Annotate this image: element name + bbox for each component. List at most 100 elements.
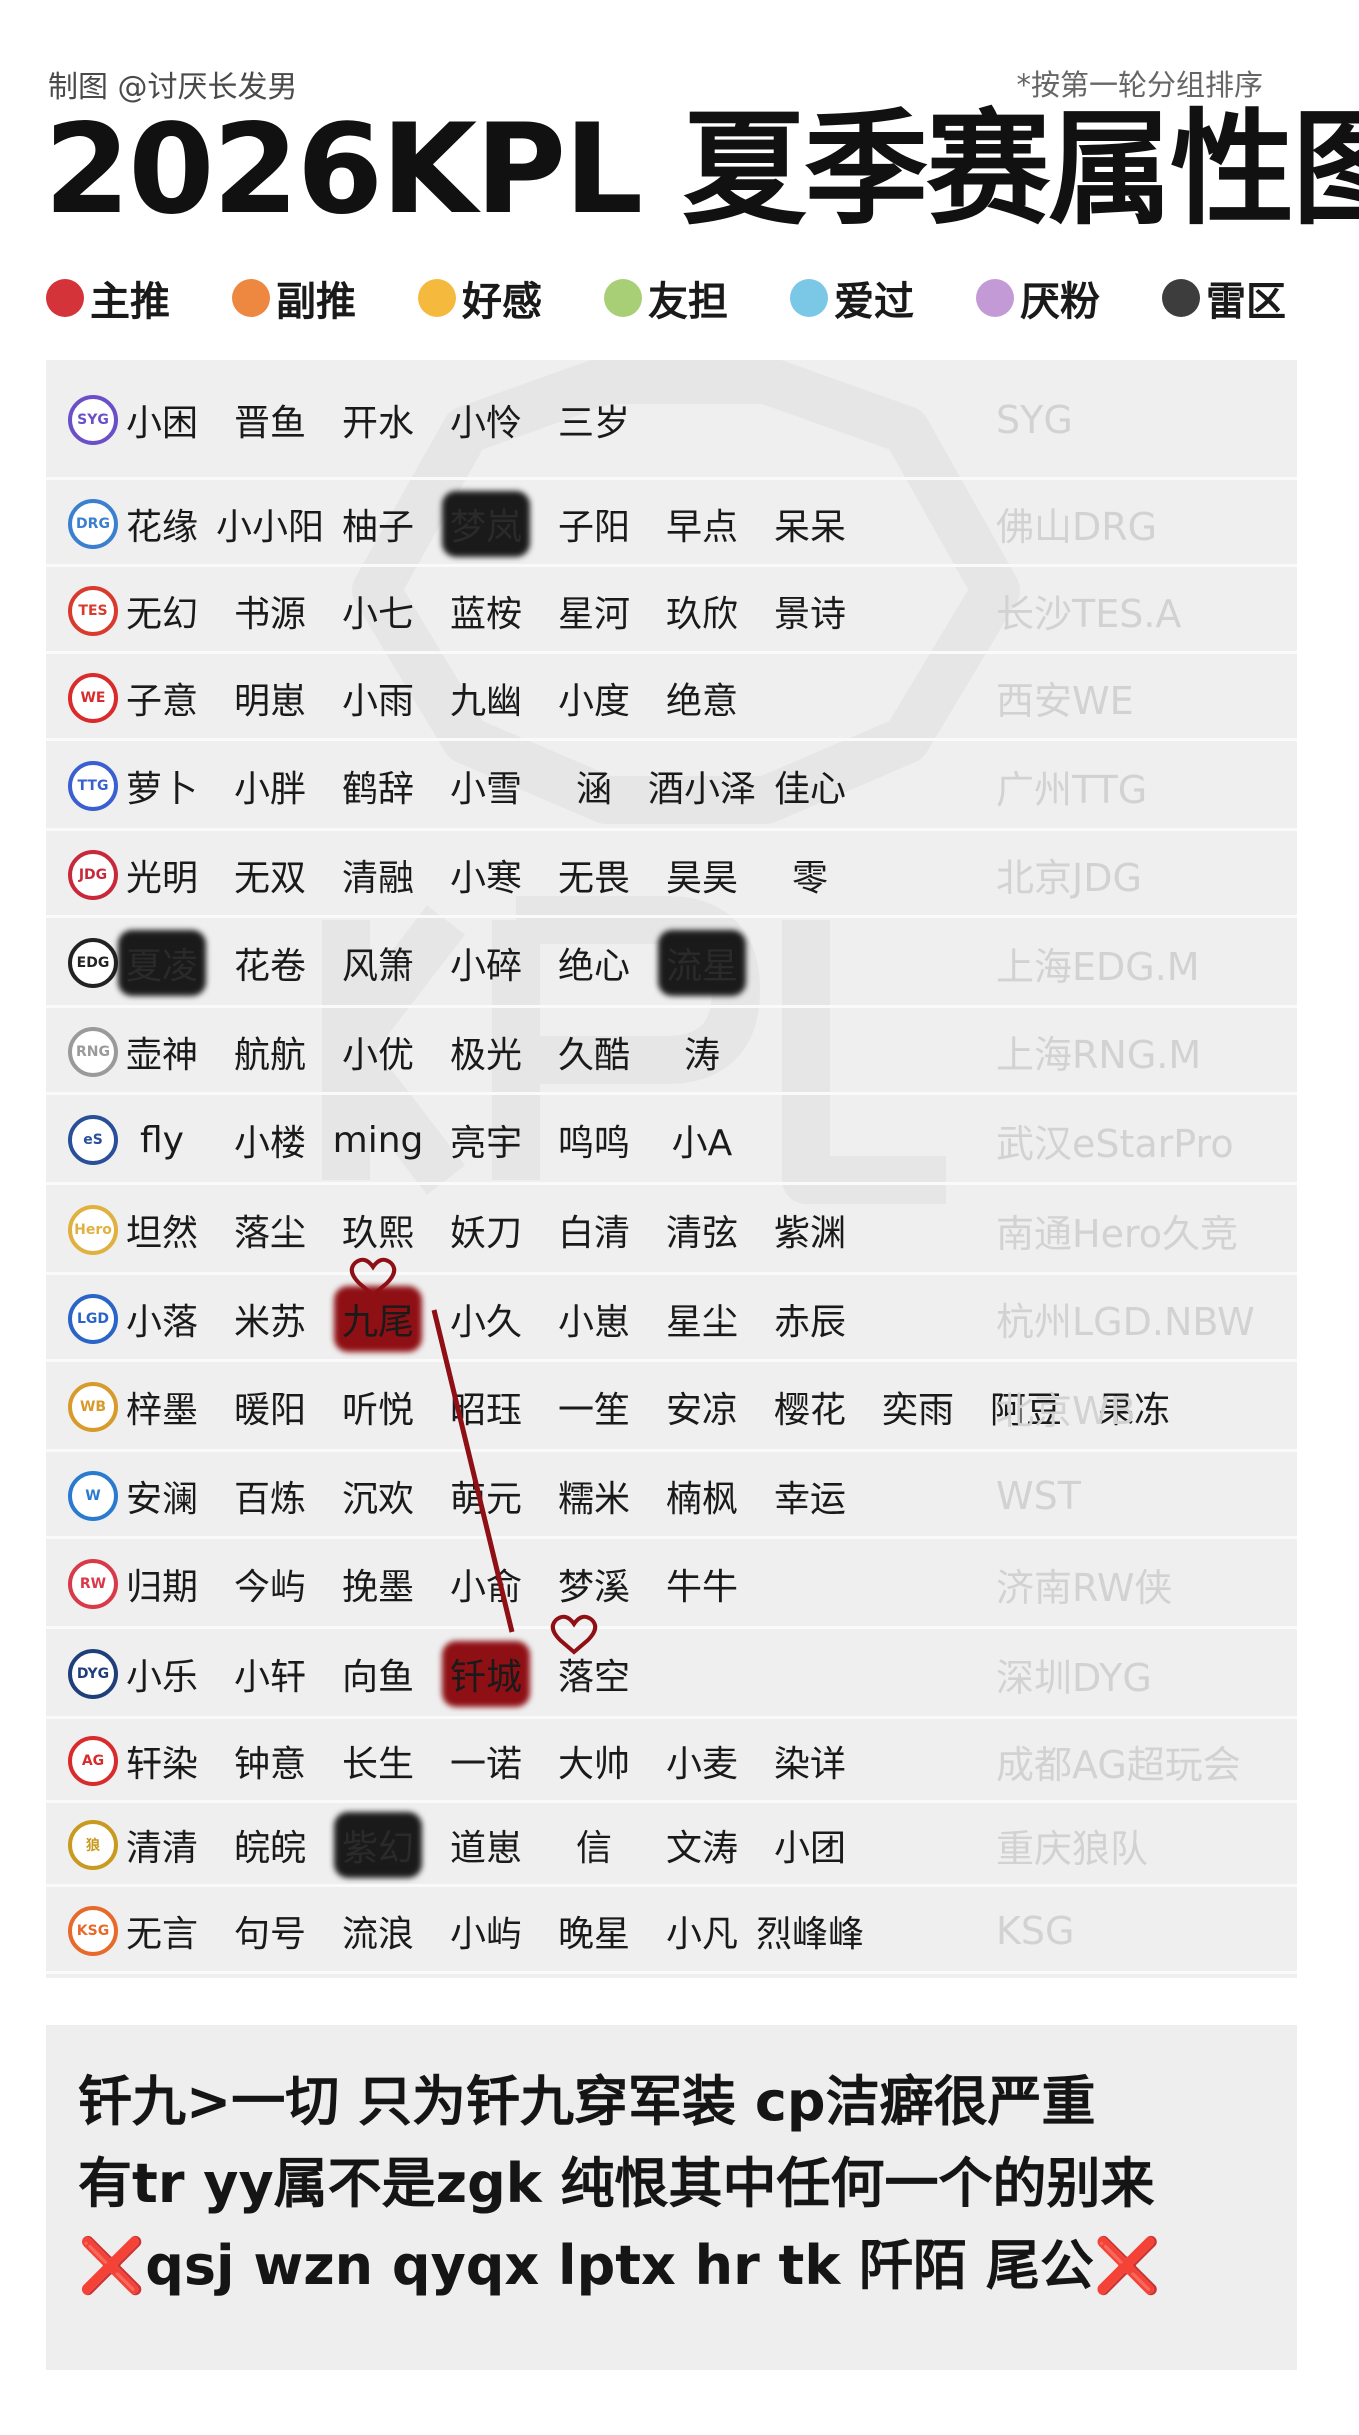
player-name: 一诺 xyxy=(449,1744,522,1785)
player-name: 小乐 xyxy=(125,1657,198,1698)
player-name-highlighted: 流星 xyxy=(647,918,757,1008)
team-row: KSG 无言 句号 流浪 小屿 晚星 小凡 烈峰峰 KSG xyxy=(46,1887,1297,1974)
team-name-watermark: 佛山DRG xyxy=(996,505,1158,549)
player-name: 玖熙 xyxy=(341,1213,414,1254)
legend-label: 好感 xyxy=(462,279,542,325)
legend-item: 好感 xyxy=(418,268,542,328)
player-name: 鹤辞 xyxy=(341,769,414,810)
team-row: AG 轩染 钟意 长生 一诺 大帅 小麦 染详 成都AG超玩会 xyxy=(46,1719,1297,1803)
team-row: JDG 光明 无双 清融 小寒 无畏 昊昊零北京JDG xyxy=(46,831,1297,918)
player-name: 九幽 xyxy=(449,680,522,722)
player-name: 文涛 xyxy=(665,1828,738,1869)
player-name: 小小阳 xyxy=(215,506,324,548)
player-name: 长生 xyxy=(341,1744,414,1785)
player-name: 归期 xyxy=(125,1567,198,1608)
player-name: 风箫 xyxy=(341,946,414,987)
player-name: 轩染 xyxy=(125,1744,198,1785)
team-row: RNG 壶神 航航 小优 极光 久酷涛上海RNG.M xyxy=(46,1008,1297,1095)
player-name: 昊昊 xyxy=(665,857,738,899)
player-name: 佳心 xyxy=(773,769,846,810)
player-name: 楠枫 xyxy=(665,1478,738,1520)
team-row: RW 归期 今屿 挽墨 小俞 梦溪 牛牛 济南RW侠 xyxy=(46,1539,1297,1629)
player-name: 一笙 xyxy=(557,1390,630,1431)
team-name-watermark: 成都AG超玩会 xyxy=(996,1742,1241,1787)
player-name: 明崽 xyxy=(233,680,306,722)
player-name: 萝卜 xyxy=(125,769,198,810)
player-name: 三岁 xyxy=(557,403,630,444)
player-name: 白清 xyxy=(557,1213,630,1254)
banner-line-3: ❌qsj wzn qyqx lptx hr tk 阡陌 尾公❌ xyxy=(78,2225,1265,2307)
team-row: 狼清清 皖皖 紫幻 道崽信文涛 小团 重庆狼队 xyxy=(46,1803,1297,1887)
player-name: 道崽 xyxy=(449,1828,522,1869)
player-name: 小屿 xyxy=(449,1913,522,1955)
player-name: 小碎 xyxy=(449,946,522,987)
team-name-watermark: 北京JDG xyxy=(996,856,1142,900)
team-row: DYG 小乐 小轩 向鱼 钎城 落空 深圳DYG xyxy=(46,1629,1297,1719)
player-name: 开水 xyxy=(341,403,414,444)
player-name: 玖欣 xyxy=(665,593,738,635)
player-name: 无言 xyxy=(125,1913,198,1955)
team-row: LGD 小落 米苏 九尾 小久 小崽 星尘 赤辰 杭州LGD.NBW xyxy=(46,1275,1297,1362)
player-name: 小度 xyxy=(557,680,630,722)
team-name-watermark: WST xyxy=(996,1473,1081,1518)
player-name: 蓝桉 xyxy=(449,593,522,635)
player-name: 钟意 xyxy=(233,1744,306,1785)
player-name: 烈峰峰 xyxy=(755,1913,864,1955)
player-name: 信 xyxy=(575,1828,612,1869)
player-name: 光明 xyxy=(125,857,198,899)
legend-item: 厌粉 xyxy=(976,268,1100,328)
player-name: 小崽 xyxy=(557,1301,630,1343)
player-name: 挽墨 xyxy=(341,1567,414,1608)
legend-label: 雷区 xyxy=(1206,279,1286,325)
team-row: TES 无幻 书源 小七 蓝桉 星河 玖欣 景诗 长沙TES.A xyxy=(46,567,1297,654)
team-name-watermark: KSG xyxy=(996,1908,1075,1953)
legend-label: 友担 xyxy=(648,279,728,325)
team-name-watermark: SYG xyxy=(996,398,1073,442)
player-name: 小困 xyxy=(125,403,198,444)
player-name: 涛 xyxy=(683,1034,720,1076)
player-name: 子意 xyxy=(125,680,198,722)
legend-label: 副推 xyxy=(276,279,356,325)
player-name: 子阳 xyxy=(557,506,630,548)
legend-item: 雷区 xyxy=(1162,268,1286,328)
legend-dot-icon xyxy=(1162,279,1200,317)
team-row: W 安澜 百炼 沉欢 萌元 糯米 楠枫 幸运 WST xyxy=(46,1452,1297,1539)
player-name: 小雪 xyxy=(449,769,522,810)
player-name: 米苏 xyxy=(233,1301,306,1343)
legend-item: 副推 xyxy=(232,268,356,328)
player-name: 听悦 xyxy=(341,1390,414,1431)
legend-dot-icon xyxy=(46,279,84,317)
player-name: 今屿 xyxy=(233,1567,306,1608)
player-name: 紫渊 xyxy=(773,1213,846,1254)
team-row: Hero 坦然 落尘 玖熙 妖刀 白清 清弦 紫渊 南通Hero久竞 xyxy=(46,1185,1297,1275)
team-row: EDG 夏凌 花卷 风箫 小碎 绝心 流星 上海EDG.M xyxy=(46,918,1297,1008)
player-name: 萌元 xyxy=(449,1478,522,1520)
player-name: 晋鱼 xyxy=(233,403,306,444)
player-name: 安凉 xyxy=(665,1390,738,1431)
player-name: 糯米 xyxy=(557,1478,630,1520)
player-name: 无幻 xyxy=(125,593,198,635)
player-name: 鸣鸣 xyxy=(557,1123,630,1164)
player-name: 书源 xyxy=(233,593,306,635)
player-name: 清弦 xyxy=(665,1213,738,1254)
player-name: 小俞 xyxy=(449,1567,522,1608)
player-name: 涵 xyxy=(575,769,612,810)
legend-item: 友担 xyxy=(604,268,728,328)
player-name: fly xyxy=(140,1119,184,1161)
team-name-watermark: 深圳DYG xyxy=(996,1655,1152,1700)
cross-icon: ❌ xyxy=(1093,2234,1162,2297)
player-name: 小雨 xyxy=(341,680,414,722)
legend-label: 爱过 xyxy=(834,279,914,325)
legend-label: 厌粉 xyxy=(1020,279,1100,325)
team-row: DRG 花缘 小小阳 柚子 梦岚 子阳 早点 呆呆 佛山DRG xyxy=(46,480,1297,567)
legend-dot-icon xyxy=(232,279,270,317)
legend: 主推 副推 好感 友担 爱过 厌粉 雷区 xyxy=(46,268,1286,328)
player-name: 奕雨 xyxy=(881,1390,954,1431)
team-row: WB 梓墨 暖阳 听悦 昭珏 一笙 安凉 樱花 奕雨 阿豆 果冻 北京WB xyxy=(46,1362,1297,1452)
player-name: 昭珏 xyxy=(449,1390,522,1431)
player-name: 坦然 xyxy=(125,1213,198,1254)
player-name: 百炼 xyxy=(233,1478,306,1520)
team-name-watermark: 广州TTG xyxy=(996,767,1148,812)
player-name: 早点 xyxy=(665,506,738,548)
team-name-watermark: 杭州LGD.NBW xyxy=(996,1300,1255,1344)
